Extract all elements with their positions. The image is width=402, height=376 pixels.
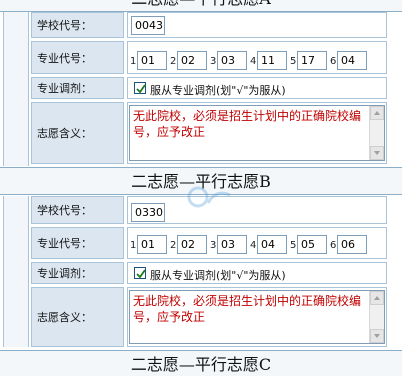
major-code-input-b-3[interactable]: 03: [217, 235, 247, 254]
label-major-code-b: 专业代号：: [31, 227, 124, 259]
meaning-textarea-b[interactable]: 无此院校，必须是招生计划中的正确院校编号，应予改正: [129, 290, 385, 344]
major-index: 3: [210, 56, 217, 67]
adjust-checkbox-b[interactable]: [134, 267, 146, 279]
major-index: 5: [290, 56, 297, 67]
watermark-logo: [187, 186, 231, 208]
major-code-input-b-6[interactable]: 06: [337, 235, 367, 254]
label-text: 学校代号：: [37, 204, 92, 217]
section-a-title: 二志愿—平行志愿A: [0, 0, 402, 12]
major-code-input-b-5[interactable]: 05: [297, 235, 327, 254]
label-text: 专业代号：: [37, 237, 92, 250]
major-index: 2: [170, 240, 177, 251]
check-icon: [136, 269, 146, 279]
scroll-down-icon[interactable]: [370, 146, 384, 160]
major-index: 1: [130, 240, 137, 251]
major-code-input-a-1[interactable]: 01: [137, 51, 167, 70]
meaning-textarea-a[interactable]: 无此院校，必须是招生计划中的正确院校编号，应予改正: [129, 105, 385, 161]
cell-major-codes-b: 1 01 2 02 3 03 4 04 5 05 6 06: [127, 227, 387, 259]
meaning-text-b: 无此院校，必须是招生计划中的正确院校编号，应予改正: [133, 294, 362, 324]
major-code-input-a-3[interactable]: 03: [217, 51, 247, 70]
major-index: 6: [330, 56, 337, 67]
major-code-input-a-2[interactable]: 02: [177, 51, 207, 70]
label-text: 志愿含义：: [37, 311, 92, 324]
cell-major-codes-a: 1 01 2 02 3 03 4 11 5 17 6 04: [127, 41, 387, 74]
major-index: 2: [170, 56, 177, 67]
meaning-text-a: 无此院校，必须是招生计划中的正确院校编号，应予改正: [133, 109, 362, 139]
major-index: 3: [210, 240, 217, 251]
check-icon: [136, 84, 146, 94]
label-meaning-a: 志愿含义：: [31, 102, 124, 164]
scroll-down-icon[interactable]: [370, 329, 384, 343]
label-school-code-a: 学校代号：: [31, 12, 124, 38]
major-index: 5: [290, 240, 297, 251]
major-code-input-b-4[interactable]: 04: [257, 235, 287, 254]
label-school-code-b: 学校代号：: [31, 196, 124, 224]
scroll-up-icon[interactable]: [370, 106, 384, 120]
adjust-checkbox-a[interactable]: [134, 82, 146, 94]
school-code-input-a[interactable]: 0043: [131, 16, 165, 35]
major-index: 4: [250, 240, 257, 251]
major-code-input-a-6[interactable]: 04: [337, 51, 367, 70]
section-c-title: 二志愿—平行志愿C: [0, 350, 402, 376]
left-gutter-b: [3, 196, 29, 347]
left-gutter-a: [3, 12, 29, 166]
major-index: 1: [130, 56, 137, 67]
cell-meaning-b: 无此院校，必须是招生计划中的正确院校编号，应予改正: [127, 287, 387, 347]
cell-meaning-a: 无此院校，必须是招生计划中的正确院校编号，应予改正: [127, 102, 387, 164]
label-adjust-a: 专业调剂：: [31, 77, 124, 99]
label-text: 志愿含义：: [37, 127, 92, 140]
section-a-title-text: 二志愿—平行志愿A: [131, 0, 271, 8]
cell-adjust-b: 服从专业调剂(划"√"为服从): [127, 262, 387, 284]
adjust-checkbox-label-b: 服从专业调剂(划"√"为服从): [150, 269, 286, 282]
major-code-input-b-1[interactable]: 01: [137, 235, 167, 254]
adjust-checkbox-label-a: 服从专业调剂(划"√"为服从): [150, 84, 286, 97]
label-major-code-a: 专业代号：: [31, 41, 124, 74]
cell-adjust-a: 服从专业调剂(划"√"为服从): [127, 77, 387, 99]
cell-school-code-a: 0043: [127, 12, 387, 38]
scrollbar[interactable]: [369, 291, 384, 343]
label-text: 学校代号：: [37, 19, 92, 32]
major-code-input-a-4[interactable]: 11: [257, 51, 287, 70]
major-index: 6: [330, 240, 337, 251]
volunteer-form-page: 二志愿—平行志愿A 学校代号： 0043 专业代号： 1 01 2 02 3 0…: [0, 0, 402, 376]
major-index: 4: [250, 56, 257, 67]
label-adjust-b: 专业调剂：: [31, 262, 124, 284]
section-c-title-text: 二志愿—平行志愿C: [130, 355, 272, 374]
label-meaning-b: 志愿含义：: [31, 287, 124, 347]
label-text: 专业代号：: [37, 51, 92, 65]
label-text: 专业调剂：: [37, 82, 92, 95]
major-code-input-a-5[interactable]: 17: [297, 51, 327, 70]
cell-school-code-b: 0330: [127, 196, 387, 224]
label-text: 专业调剂：: [37, 267, 92, 280]
major-code-input-b-2[interactable]: 02: [177, 235, 207, 254]
scrollbar[interactable]: [369, 106, 384, 160]
school-code-input-b[interactable]: 0330: [131, 203, 165, 222]
scroll-up-icon[interactable]: [370, 291, 384, 305]
